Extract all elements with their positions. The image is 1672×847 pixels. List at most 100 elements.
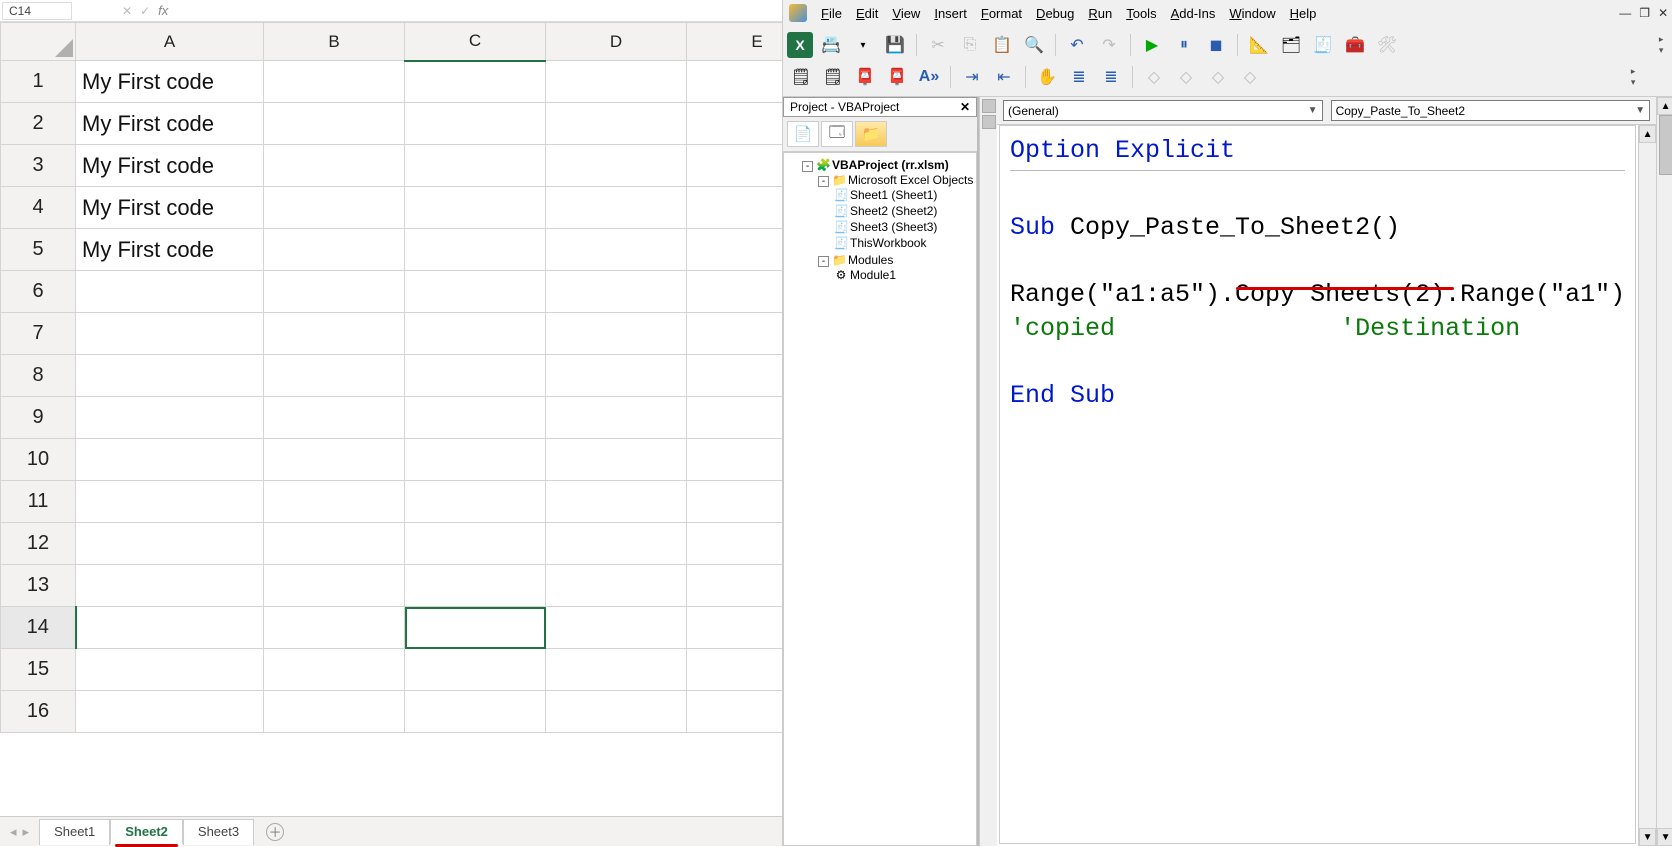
undo-icon[interactable]: ↶ [1063, 31, 1091, 59]
cell-B11[interactable] [264, 481, 405, 523]
list-constants-icon[interactable]: 🗒 [819, 63, 847, 91]
toolbar-overflow-icon[interactable]: ▸▾ [1652, 31, 1670, 59]
tree-module[interactable]: ⚙Module1 [834, 267, 974, 283]
object-browser-icon[interactable]: 🧰 [1341, 31, 1369, 59]
menu-tools[interactable]: Tools [1120, 4, 1162, 23]
scroll-down-icon[interactable]: ▼ [1639, 828, 1656, 846]
cell-B7[interactable] [264, 313, 405, 355]
cell-E9[interactable] [687, 397, 783, 439]
toggle-folders-icon[interactable]: 📁 [855, 121, 887, 147]
cell-D8[interactable] [546, 355, 687, 397]
cell-A12[interactable] [76, 523, 264, 565]
cell-D11[interactable] [546, 481, 687, 523]
cell-B14[interactable] [264, 607, 405, 649]
spreadsheet-grid[interactable]: ABCDE1My First code2My First code3My Fir… [0, 22, 782, 816]
cell-B1[interactable] [264, 61, 405, 103]
scroll-down-icon[interactable] [982, 115, 996, 129]
cell-D3[interactable] [546, 145, 687, 187]
scroll-up-icon[interactable]: ▲ [1639, 125, 1656, 143]
cell-D12[interactable] [546, 523, 687, 565]
quick-info-icon[interactable]: 📮 [851, 63, 879, 91]
reset-icon[interactable]: ◼ [1202, 31, 1230, 59]
col-header-D[interactable]: D [546, 23, 687, 61]
row-header-3[interactable]: 3 [1, 145, 76, 187]
cell-B12[interactable] [264, 523, 405, 565]
cell-C1[interactable] [405, 61, 546, 103]
outer-scrollbar[interactable]: ▲ ▼ [1656, 97, 1672, 846]
menu-debug[interactable]: Debug [1030, 4, 1080, 23]
cancel-icon[interactable]: ✕ [122, 4, 132, 18]
row-header-9[interactable]: 9 [1, 397, 76, 439]
close-icon[interactable]: ✕ [1658, 6, 1668, 20]
row-header-16[interactable]: 16 [1, 691, 76, 733]
bookmark-toggle-icon[interactable]: ◇ [1140, 63, 1168, 91]
sheet-tab-sheet2[interactable]: Sheet2 [110, 819, 183, 845]
cell-C11[interactable] [405, 481, 546, 523]
select-all-corner[interactable] [1, 23, 76, 61]
cell-B16[interactable] [264, 691, 405, 733]
cell-A6[interactable] [76, 271, 264, 313]
cell-D2[interactable] [546, 103, 687, 145]
cell-D7[interactable] [546, 313, 687, 355]
restore-icon[interactable]: ❐ [1639, 6, 1650, 20]
cell-B4[interactable] [264, 187, 405, 229]
view-code-icon[interactable]: 📄 [787, 121, 819, 147]
tab-nav-next-icon[interactable]: ▸ [23, 824, 30, 840]
menu-format[interactable]: Format [975, 4, 1028, 23]
break-icon[interactable]: ⏸ [1170, 31, 1198, 59]
bookmark-prev-icon[interactable]: ◇ [1204, 63, 1232, 91]
cell-D1[interactable] [546, 61, 687, 103]
col-header-E[interactable]: E [687, 23, 783, 61]
cell-A2[interactable]: My First code [76, 103, 264, 145]
menu-window[interactable]: Window [1223, 4, 1281, 23]
find-icon[interactable]: 🔍 [1020, 31, 1048, 59]
cell-C10[interactable] [405, 439, 546, 481]
cell-C6[interactable] [405, 271, 546, 313]
toolbar-overflow-2-icon[interactable]: ▸▾ [1624, 63, 1642, 91]
cell-E5[interactable] [687, 229, 783, 271]
tree-sheet[interactable]: 🧾Sheet2 (Sheet2) [834, 203, 974, 219]
cell-A8[interactable] [76, 355, 264, 397]
uncomment-block-icon[interactable]: ≣ [1097, 63, 1125, 91]
cell-B9[interactable] [264, 397, 405, 439]
sheet-tab-sheet3[interactable]: Sheet3 [183, 819, 254, 845]
cell-C5[interactable] [405, 229, 546, 271]
row-header-10[interactable]: 10 [1, 439, 76, 481]
cell-C4[interactable] [405, 187, 546, 229]
code-editor[interactable]: Option Explicit Sub Copy_Paste_To_Sheet2… [999, 125, 1636, 844]
row-header-2[interactable]: 2 [1, 103, 76, 145]
view-excel-icon[interactable]: X [787, 32, 813, 58]
cell-A1[interactable]: My First code [76, 61, 264, 103]
name-box[interactable] [2, 2, 72, 20]
col-header-B[interactable]: B [264, 23, 405, 61]
cell-E16[interactable] [687, 691, 783, 733]
menu-add-ins[interactable]: Add-Ins [1165, 4, 1222, 23]
tree-project[interactable]: VBAProject (rr.xlsm) [832, 158, 949, 172]
cell-D10[interactable] [546, 439, 687, 481]
cell-A13[interactable] [76, 565, 264, 607]
menu-edit[interactable]: Edit [850, 4, 884, 23]
cell-E1[interactable] [687, 61, 783, 103]
cell-C2[interactable] [405, 103, 546, 145]
cell-B2[interactable] [264, 103, 405, 145]
new-sheet-button[interactable]: ＋ [266, 823, 284, 841]
row-header-5[interactable]: 5 [1, 229, 76, 271]
row-header-15[interactable]: 15 [1, 649, 76, 691]
bookmark-next-icon[interactable]: ◇ [1172, 63, 1200, 91]
tree-sheet[interactable]: 🧾Sheet3 (Sheet3) [834, 219, 974, 235]
project-explorer-icon[interactable]: 🗂 [1277, 31, 1305, 59]
cell-B8[interactable] [264, 355, 405, 397]
paste-icon[interactable]: 📋 [988, 31, 1016, 59]
tree-thisworkbook[interactable]: 🧾ThisWorkbook [834, 235, 974, 251]
procedure-dropdown[interactable]: Copy_Paste_To_Sheet2▼ [1331, 100, 1651, 121]
row-header-14[interactable]: 14 [1, 607, 76, 649]
object-dropdown[interactable]: (General)▼ [1003, 100, 1323, 121]
cell-E3[interactable] [687, 145, 783, 187]
scroll-up-icon[interactable] [982, 99, 996, 113]
cell-D9[interactable] [546, 397, 687, 439]
scroll-up-icon[interactable]: ▲ [1657, 97, 1672, 115]
cell-A3[interactable]: My First code [76, 145, 264, 187]
menu-run[interactable]: Run [1082, 4, 1118, 23]
tab-nav-prev-icon[interactable]: ◂ [10, 824, 17, 840]
parameter-info-icon[interactable]: 📮 [883, 63, 911, 91]
